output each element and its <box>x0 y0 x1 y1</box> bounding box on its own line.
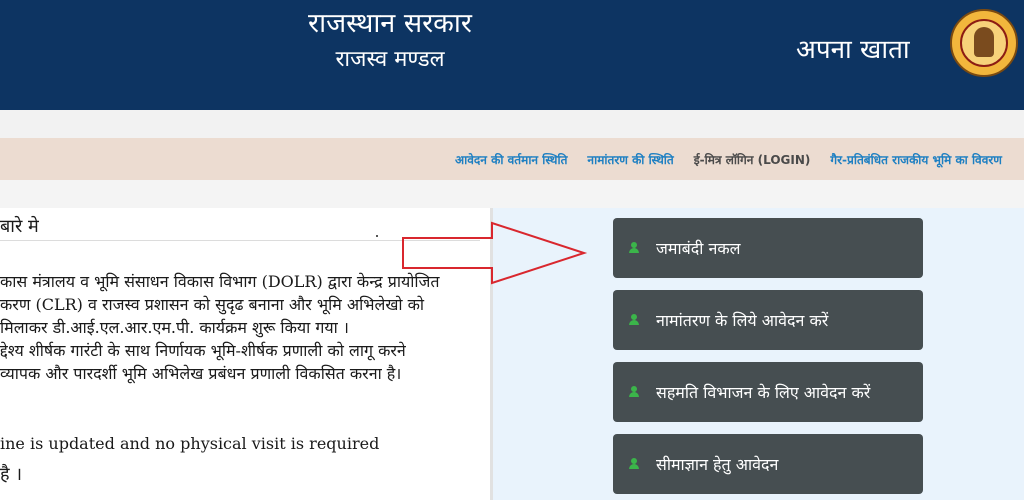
service-label: जमाबंदी नकल <box>656 239 741 258</box>
service-boundary-demarcation[interactable]: सीमाज्ञान हेतु आवेदन <box>613 434 923 494</box>
about-line: द्देश्य शीर्षक गारंटी के साथ निर्णायक भू… <box>0 341 406 360</box>
service-mutation-application[interactable]: नामांतरण के लिये आवेदन करें <box>613 290 923 350</box>
department-title: राजस्व मण्डल <box>335 47 445 72</box>
service-label: सीमाज्ञान हेतु आवेदन <box>656 455 779 474</box>
decorative-dot <box>376 235 378 237</box>
user-icon <box>628 458 640 470</box>
service-consent-division[interactable]: सहमति विभाजन के लिए आवेदन करें <box>613 362 923 422</box>
nav-emitra-login[interactable]: ई-मित्र लॉगिन (LOGIN) <box>694 151 811 168</box>
english-note: ine is updated and no physical visit is … <box>0 434 380 453</box>
top-navigation: आवेदन की वर्तमान स्थिति नामांतरण की स्थि… <box>0 138 1024 180</box>
nav-spacer <box>0 180 1024 208</box>
about-heading: बारे मे <box>0 216 39 237</box>
government-seal-icon <box>950 9 1018 77</box>
about-line: व्यापक और पारदर्शी भूमि अभिलेख प्रबंधन प… <box>0 364 402 383</box>
closing-text: है । <box>0 464 23 485</box>
government-title: राजस्थान सरकार <box>308 8 472 39</box>
seal-figure <box>974 27 994 57</box>
service-label: नामांतरण के लिये आवेदन करें <box>656 311 829 330</box>
user-icon <box>628 314 640 326</box>
nav-mutation-status[interactable]: नामांतरण की स्थिति <box>587 151 673 168</box>
header-spacer <box>0 110 1024 138</box>
about-line: करण (CLR) व राजस्व प्रशासन को सुदृढ बनान… <box>0 295 425 314</box>
nav-government-land-details[interactable]: गैर-प्रतिबंधित राजकीय भूमि का विवरण <box>830 151 1002 168</box>
about-line: मिलाकर डी.आई.एल.आर.एम.पी. कार्यक्रम शुरू… <box>0 318 349 337</box>
nav-application-status[interactable]: आवेदन की वर्तमान स्थिति <box>455 151 567 168</box>
service-label: सहमति विभाजन के लिए आवेदन करें <box>656 383 871 402</box>
user-icon <box>628 242 640 254</box>
service-jamabandi-copy[interactable]: जमाबंदी नकल <box>613 218 923 278</box>
site-header: राजस्थान सरकार राजस्व मण्डल अपना खाता <box>0 0 1024 110</box>
about-paragraph: कास मंत्रालय व भूमि संसाधन विकास विभाग (… <box>0 270 480 385</box>
apna-khata-title: अपना खाता <box>796 35 910 65</box>
pointer-arrow-icon <box>402 221 588 285</box>
user-icon <box>628 386 640 398</box>
